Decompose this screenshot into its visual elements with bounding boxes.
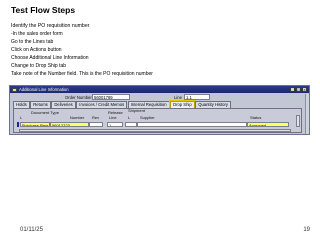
- col-header-document-type: Document Type: [31, 109, 59, 115]
- minimize-icon[interactable]: _: [290, 87, 295, 92]
- order-number-label: Order Number: [65, 94, 92, 100]
- maximize-icon[interactable]: □: [296, 87, 301, 92]
- step-item: -In the sales order form: [11, 31, 63, 37]
- window-title-bar[interactable]: Additional Line Information _ □ ×: [10, 86, 309, 93]
- col-header-shipment: Shipment: [128, 108, 145, 113]
- cell-status[interactable]: Approved: [247, 121, 289, 127]
- additional-line-info-window: Additional Line Information _ □ × Order …: [9, 85, 310, 135]
- cell-supplier[interactable]: [137, 121, 247, 127]
- order-number-field[interactable]: 56001789: [92, 94, 130, 100]
- step-item: Choose Additional Line Information: [11, 55, 89, 61]
- col-header-line: Line: [109, 114, 117, 120]
- cell-document-type[interactable]: Purchase Requ: [20, 121, 50, 127]
- col-header-l: L: [20, 114, 23, 120]
- window-scrollbar[interactable]: [304, 94, 309, 134]
- cell-shipment[interactable]: [125, 121, 137, 127]
- col-header-status: Status: [250, 114, 262, 120]
- footer-date: 01/11/25: [20, 227, 43, 233]
- tab-deliveries[interactable]: Deliveries: [51, 101, 76, 108]
- line-field[interactable]: 1.1: [184, 94, 210, 100]
- col-header-supplier-l: L: [128, 114, 131, 120]
- line-label: Line: [174, 94, 182, 100]
- tab-returns[interactable]: Returns: [30, 101, 51, 108]
- slide-title: Test Flow Steps: [11, 5, 76, 15]
- tab-quantity-history[interactable]: Quantity History: [195, 101, 231, 108]
- drop-ship-panel: Document Type L Number Rev Release Line …: [13, 108, 302, 133]
- step-item: Take note of the Number field. This is t…: [11, 71, 153, 77]
- step-item: Click on Actions button: [11, 47, 62, 53]
- col-header-rev: Rev: [92, 114, 100, 120]
- tab-bar: Holds Returns Deliveries Invoices / Cred…: [13, 100, 231, 109]
- window-title: Additional Line Information: [19, 87, 69, 92]
- grid-vertical-scrollbar[interactable]: [295, 115, 300, 127]
- steps-list: Identify the PO requisition number -In t…: [11, 22, 311, 78]
- current-row-indicator: [17, 121, 19, 127]
- tab-drop-ship[interactable]: Drop Ship: [169, 100, 196, 109]
- step-item: Identify the PO requisition number: [11, 23, 90, 29]
- step-item: Go to the Lines tab: [11, 39, 54, 45]
- page-number: 19: [303, 227, 310, 233]
- close-icon[interactable]: ×: [302, 87, 307, 92]
- cell-line[interactable]: 1: [107, 121, 123, 127]
- tab-holds[interactable]: Holds: [13, 101, 30, 108]
- tab-internal-requisition[interactable]: Internal Requisition: [127, 101, 170, 108]
- step-item: Change to Drop Ship tab: [11, 63, 67, 69]
- col-header-number: Number: [70, 114, 85, 120]
- tab-invoices-credit-memos[interactable]: Invoices / Credit Memos: [76, 101, 128, 108]
- cell-rev[interactable]: [89, 121, 103, 127]
- cell-po-requisition-number[interactable]: 56012723: [50, 121, 89, 127]
- col-header-supplier: Supplier: [140, 114, 155, 120]
- oracle-app-icon: [12, 87, 17, 92]
- grid-horizontal-scrollbar[interactable]: [19, 128, 291, 132]
